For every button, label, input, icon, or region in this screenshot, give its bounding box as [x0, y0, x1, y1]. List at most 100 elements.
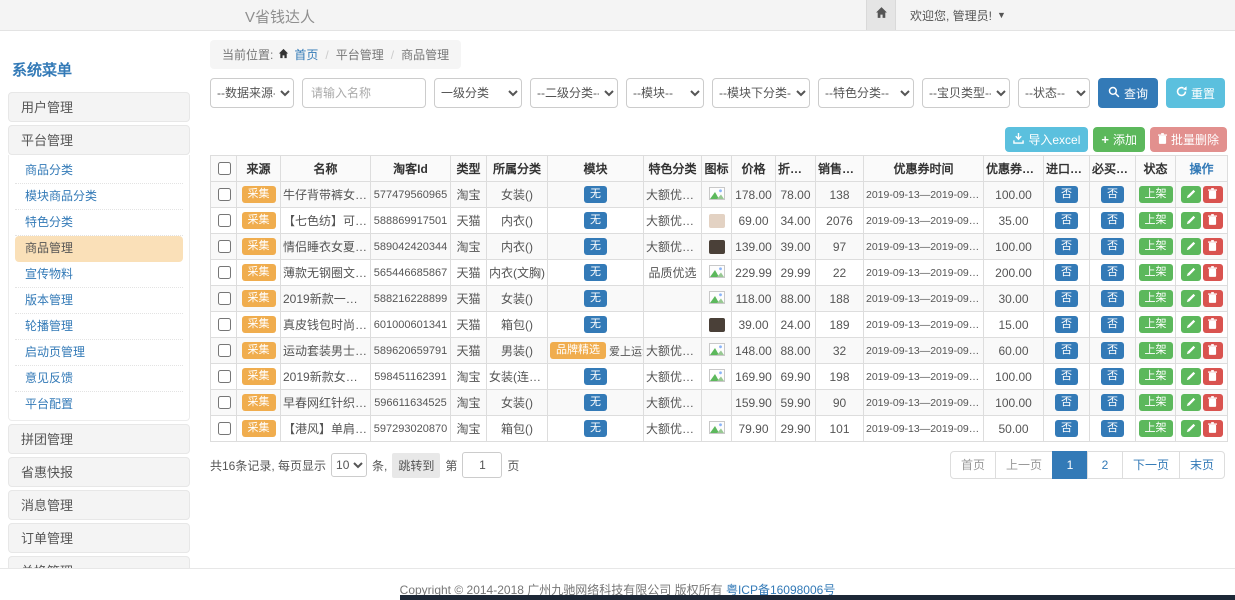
must-buy-toggle[interactable]: 否: [1101, 368, 1124, 385]
sidebar-subitem[interactable]: 版本管理: [15, 288, 183, 314]
row-checkbox[interactable]: [218, 396, 231, 409]
status-badge[interactable]: 上架: [1139, 394, 1173, 411]
page-button[interactable]: 末页: [1179, 451, 1225, 479]
reset-button[interactable]: 重置: [1166, 78, 1225, 108]
status-badge[interactable]: 上架: [1139, 238, 1173, 255]
row-checkbox[interactable]: [218, 266, 231, 279]
row-checkbox[interactable]: [218, 188, 231, 201]
filter-module-subcategory-select[interactable]: --模块下分类--: [712, 78, 810, 108]
sidebar-group-item[interactable]: 省惠快报: [8, 457, 190, 487]
sidebar-subitem[interactable]: 模块商品分类: [15, 184, 183, 210]
page-button[interactable]: 下一页: [1122, 451, 1180, 479]
sidebar-subitem[interactable]: 商品分类: [15, 158, 183, 184]
sidebar-group-item[interactable]: 拼团管理: [8, 424, 190, 454]
import-select-toggle[interactable]: 否: [1055, 316, 1078, 333]
must-buy-toggle[interactable]: 否: [1101, 420, 1124, 437]
import-select-toggle[interactable]: 否: [1055, 186, 1078, 203]
sidebar-subitem[interactable]: 意见反馈: [15, 366, 183, 392]
filter-level2-category-select[interactable]: --二级分类--: [530, 78, 618, 108]
import-select-toggle[interactable]: 否: [1055, 342, 1078, 359]
filter-item-type-select[interactable]: --宝贝类型--: [922, 78, 1010, 108]
edit-button[interactable]: [1181, 212, 1201, 229]
edit-button[interactable]: [1181, 290, 1201, 307]
sidebar-group-item[interactable]: 平台管理: [8, 125, 190, 155]
must-buy-toggle[interactable]: 否: [1101, 394, 1124, 411]
row-checkbox[interactable]: [218, 318, 231, 331]
edit-button[interactable]: [1181, 186, 1201, 203]
must-buy-toggle[interactable]: 否: [1101, 316, 1124, 333]
add-button[interactable]: + 添加: [1093, 127, 1145, 152]
row-checkbox[interactable]: [218, 344, 231, 357]
welcome-menu[interactable]: 欢迎您, 管理员! ▼: [910, 7, 1006, 24]
sidebar-subitem[interactable]: 特色分类: [15, 210, 183, 236]
delete-button[interactable]: [1203, 212, 1223, 229]
breadcrumb-item[interactable]: 平台管理: [336, 46, 384, 63]
edit-button[interactable]: [1181, 342, 1201, 359]
edit-button[interactable]: [1181, 394, 1201, 411]
status-badge[interactable]: 上架: [1139, 186, 1173, 203]
row-checkbox[interactable]: [218, 240, 231, 253]
edit-button[interactable]: [1181, 238, 1201, 255]
delete-button[interactable]: [1203, 264, 1223, 281]
per-page-select[interactable]: 10: [331, 453, 367, 477]
edit-button[interactable]: [1181, 368, 1201, 385]
sidebar-subitem[interactable]: 平台配置: [15, 392, 183, 417]
filter-module-select[interactable]: --模块--: [626, 78, 704, 108]
sidebar-subitem[interactable]: 宣传物料: [15, 262, 183, 288]
home-button[interactable]: [866, 0, 896, 30]
filter-data-source-select[interactable]: --数据来源--: [210, 78, 294, 108]
import-select-toggle[interactable]: 否: [1055, 368, 1078, 385]
must-buy-toggle[interactable]: 否: [1101, 238, 1124, 255]
status-badge[interactable]: 上架: [1139, 290, 1173, 307]
filter-name-input[interactable]: [302, 78, 426, 108]
edit-button[interactable]: [1181, 264, 1201, 281]
sidebar-group-item[interactable]: 兑换管理: [8, 556, 190, 568]
breadcrumb-home-link[interactable]: 首页: [294, 46, 318, 63]
jump-button[interactable]: 跳转到: [392, 453, 440, 478]
import-select-toggle[interactable]: 否: [1055, 290, 1078, 307]
delete-button[interactable]: [1203, 420, 1223, 437]
must-buy-toggle[interactable]: 否: [1101, 264, 1124, 281]
must-buy-toggle[interactable]: 否: [1101, 290, 1124, 307]
import-excel-button[interactable]: 导入excel: [1005, 127, 1088, 152]
must-buy-toggle[interactable]: 否: [1101, 212, 1124, 229]
import-select-toggle[interactable]: 否: [1055, 420, 1078, 437]
filter-feature-category-select[interactable]: --特色分类--: [818, 78, 914, 108]
row-checkbox[interactable]: [218, 292, 231, 305]
status-badge[interactable]: 上架: [1139, 342, 1173, 359]
import-select-toggle[interactable]: 否: [1055, 238, 1078, 255]
must-buy-toggle[interactable]: 否: [1101, 186, 1124, 203]
batch-delete-button[interactable]: 批量删除: [1150, 127, 1227, 152]
import-select-toggle[interactable]: 否: [1055, 212, 1078, 229]
row-checkbox[interactable]: [218, 370, 231, 383]
jump-page-input[interactable]: [462, 452, 502, 478]
status-badge[interactable]: 上架: [1139, 264, 1173, 281]
status-badge[interactable]: 上架: [1139, 368, 1173, 385]
filter-level1-category-select[interactable]: 一级分类: [434, 78, 522, 108]
delete-button[interactable]: [1203, 316, 1223, 333]
delete-button[interactable]: [1203, 394, 1223, 411]
row-checkbox[interactable]: [218, 214, 231, 227]
delete-button[interactable]: [1203, 290, 1223, 307]
delete-button[interactable]: [1203, 342, 1223, 359]
status-badge[interactable]: 上架: [1139, 420, 1173, 437]
sidebar-group-item[interactable]: 用户管理: [8, 92, 190, 122]
status-badge[interactable]: 上架: [1139, 212, 1173, 229]
sidebar-group-item[interactable]: 订单管理: [8, 523, 190, 553]
must-buy-toggle[interactable]: 否: [1101, 342, 1124, 359]
edit-button[interactable]: [1181, 420, 1201, 437]
select-all-checkbox[interactable]: [218, 162, 231, 175]
delete-button[interactable]: [1203, 186, 1223, 203]
page-button[interactable]: 1: [1052, 451, 1088, 479]
filter-status-select[interactable]: --状态--: [1018, 78, 1090, 108]
page-button[interactable]: 2: [1087, 451, 1123, 479]
row-checkbox[interactable]: [218, 422, 231, 435]
search-button[interactable]: 查询: [1098, 78, 1158, 108]
import-select-toggle[interactable]: 否: [1055, 264, 1078, 281]
sidebar-group-item[interactable]: 消息管理: [8, 490, 190, 520]
import-select-toggle[interactable]: 否: [1055, 394, 1078, 411]
page-button[interactable]: 上一页: [995, 451, 1053, 479]
sidebar-subitem[interactable]: 启动页管理: [15, 340, 183, 366]
status-badge[interactable]: 上架: [1139, 316, 1173, 333]
edit-button[interactable]: [1181, 316, 1201, 333]
